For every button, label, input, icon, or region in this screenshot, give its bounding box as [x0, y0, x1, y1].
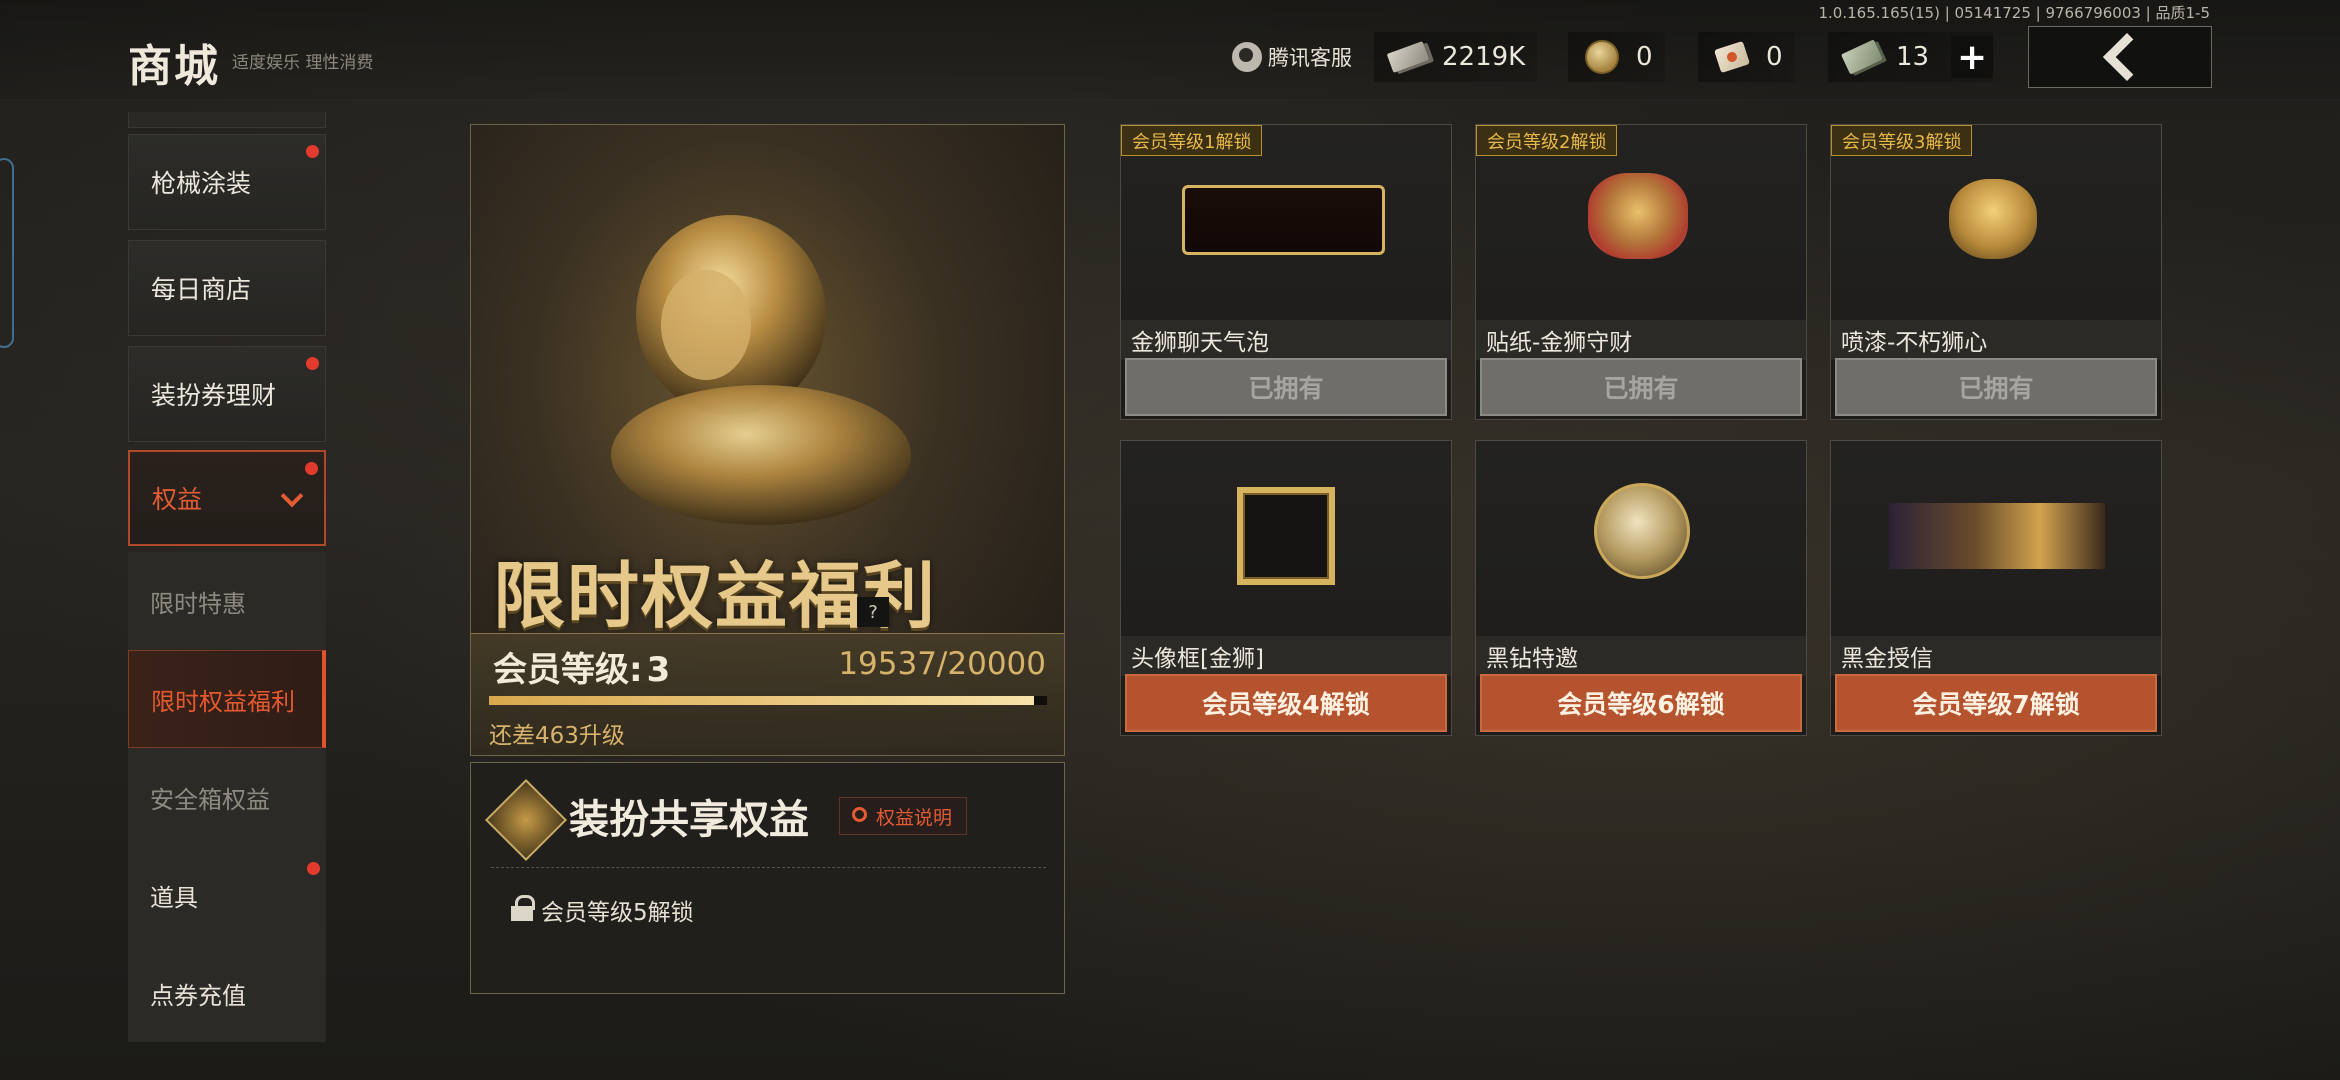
currency-ticket[interactable]: 0 — [1698, 32, 1795, 82]
member-exp-bar — [489, 696, 1047, 705]
sidebar-item-label: 枪械涂装 — [151, 169, 252, 198]
member-exp-text: 19537/20000 — [838, 646, 1046, 682]
rights-explain-button[interactable]: 权益说明 — [839, 797, 968, 835]
chat-bubble-icon — [1182, 185, 1385, 255]
sidebar-item-label: 装扮券理财 — [151, 381, 277, 410]
customer-service-link[interactable]: 腾讯客服 — [1232, 40, 1352, 74]
avatar-frame-icon — [1237, 487, 1335, 585]
reward-name: 头像框[金狮] — [1121, 636, 1451, 676]
shared-rights-lock-text: 会员等级5解锁 — [541, 900, 694, 926]
sidebar-subitem-label: 安全箱权益 — [150, 785, 270, 814]
sidebar-item-daily-shop[interactable]: 每日商店 — [128, 240, 326, 336]
lock-icon — [511, 895, 535, 921]
page-title: 商城 — [128, 41, 220, 92]
currency-coin[interactable]: 0 — [1568, 32, 1665, 82]
helmet-badge-icon — [1594, 483, 1690, 579]
golden-lion-image — [611, 215, 911, 525]
sticker-icon — [1588, 173, 1688, 259]
sidebar-item-recharge[interactable]: 点券充值 — [128, 944, 326, 1042]
member-level-prefix: 会员等级: — [493, 650, 643, 690]
back-button[interactable] — [2028, 26, 2212, 88]
sidebar-item-label: 道具 — [150, 883, 198, 912]
notification-dot — [305, 462, 318, 475]
sidebar-item-gun-skin[interactable]: 枪械涂装 — [128, 134, 326, 230]
reward-name: 黑钻特邀 — [1476, 636, 1806, 676]
search-icon — [852, 807, 867, 822]
member-remaining-text: 还差463升级 — [489, 723, 625, 749]
unlock-button[interactable]: 会员等级4解锁 — [1125, 674, 1447, 732]
notification-dot — [306, 357, 319, 370]
sidebar-item-voucher-finance[interactable]: 装扮券理财 — [128, 346, 326, 442]
member-exp-fill — [489, 696, 1035, 705]
currency-cash-value: 2219K — [1442, 42, 1526, 72]
ticket-icon — [1712, 40, 1752, 74]
rights-explain-label: 权益说明 — [876, 806, 953, 829]
currency-bill[interactable]: 13 + — [1828, 32, 1994, 82]
reward-name: 贴纸-金狮守财 — [1476, 320, 1806, 360]
sidebar-subitem-label: 限时权益福利 — [151, 687, 295, 716]
add-currency-button[interactable]: + — [1951, 36, 1994, 78]
spray-icon — [1949, 179, 2037, 259]
bill-icon — [1841, 39, 1883, 75]
customer-service-label: 腾讯客服 — [1268, 46, 1352, 70]
reward-card[interactable]: 黑金授信 会员等级7解锁 — [1830, 440, 2162, 736]
reward-card[interactable]: 会员等级2解锁 贴纸-金狮守财 已拥有 — [1475, 124, 1807, 420]
help-button[interactable]: ? — [857, 597, 889, 627]
reward-name: 金狮聊天气泡 — [1121, 320, 1451, 360]
sidebar-subitem-safebox-rights[interactable]: 安全箱权益 — [128, 748, 326, 846]
owned-button[interactable]: 已拥有 — [1125, 358, 1447, 416]
sidebar-subitem-limited-rights[interactable]: 限时权益福利 — [128, 650, 326, 748]
member-level-value: 3 — [646, 650, 671, 690]
owned-button[interactable]: 已拥有 — [1835, 358, 2157, 416]
reward-name: 黑金授信 — [1831, 636, 2161, 676]
edge-handle[interactable] — [0, 158, 14, 348]
card-banner-icon — [1889, 503, 2105, 569]
unlock-tag: 会员等级3解锁 — [1831, 125, 1973, 156]
unlock-button[interactable]: 会员等级6解锁 — [1480, 674, 1802, 732]
currency-ticket-value: 0 — [1766, 42, 1783, 72]
rights-banner: 限时权益福利 ? 会员等级: 3 19537/20000 还差463升级 — [470, 124, 1065, 756]
owned-button[interactable]: 已拥有 — [1480, 358, 1802, 416]
sidebar-item-props[interactable]: 道具 — [128, 846, 326, 944]
top-bar: 商城 适度娱乐 理性消费 1.0.165.165(15) | 05141725 … — [0, 0, 2340, 100]
shared-rights-panel: 装扮共享权益 权益说明 会员等级5解锁 — [470, 762, 1065, 994]
sidebar-subitem-limited-offer[interactable]: 限时特惠 — [128, 552, 326, 650]
cash-icon — [1386, 41, 1430, 73]
notification-dot — [307, 862, 320, 875]
sidebar-scroll-stub — [128, 112, 326, 128]
unlock-tag: 会员等级2解锁 — [1476, 125, 1618, 156]
sidebar-item-label: 权益 — [152, 485, 203, 514]
coin-icon — [1582, 40, 1622, 74]
reward-card[interactable]: 会员等级3解锁 喷漆-不朽狮心 已拥有 — [1830, 124, 2162, 420]
customer-service-icon — [1232, 42, 1262, 72]
member-level-label: 会员等级: 3 — [489, 642, 670, 691]
member-level-panel: 会员等级: 3 19537/20000 还差463升级 — [471, 633, 1064, 755]
currency-coin-value: 0 — [1636, 42, 1653, 72]
reward-card[interactable]: 头像框[金狮] 会员等级4解锁 — [1120, 440, 1452, 736]
shared-rights-title: 装扮共享权益 — [569, 797, 809, 843]
sidebar-item-label: 每日商店 — [151, 275, 252, 304]
reward-name: 喷漆-不朽狮心 — [1831, 320, 2161, 360]
chevron-down-icon — [280, 484, 304, 508]
divider — [491, 867, 1046, 868]
currency-cash[interactable]: 2219K — [1374, 32, 1538, 82]
unlock-button[interactable]: 会员等级7解锁 — [1835, 674, 2157, 732]
chevron-left-icon — [2102, 32, 2152, 82]
sidebar-item-rights[interactable]: 权益 — [128, 450, 326, 546]
unlock-tag: 会员等级1解锁 — [1121, 125, 1263, 156]
reward-card[interactable]: 黑钻特邀 会员等级6解锁 — [1475, 440, 1807, 736]
sidebar-subitem-label: 限时特惠 — [150, 589, 246, 618]
reward-card[interactable]: 会员等级1解锁 金狮聊天气泡 已拥有 — [1120, 124, 1452, 420]
version-text: 1.0.165.165(15) | 05141725 | 9766796003 … — [1818, 4, 2211, 22]
page-subtitle: 适度娱乐 理性消费 — [232, 53, 374, 73]
sidebar-item-label: 点券充值 — [150, 981, 246, 1010]
currency-bill-value: 13 — [1896, 42, 1930, 72]
notification-dot — [306, 145, 319, 158]
lion-emblem-icon — [484, 778, 568, 862]
